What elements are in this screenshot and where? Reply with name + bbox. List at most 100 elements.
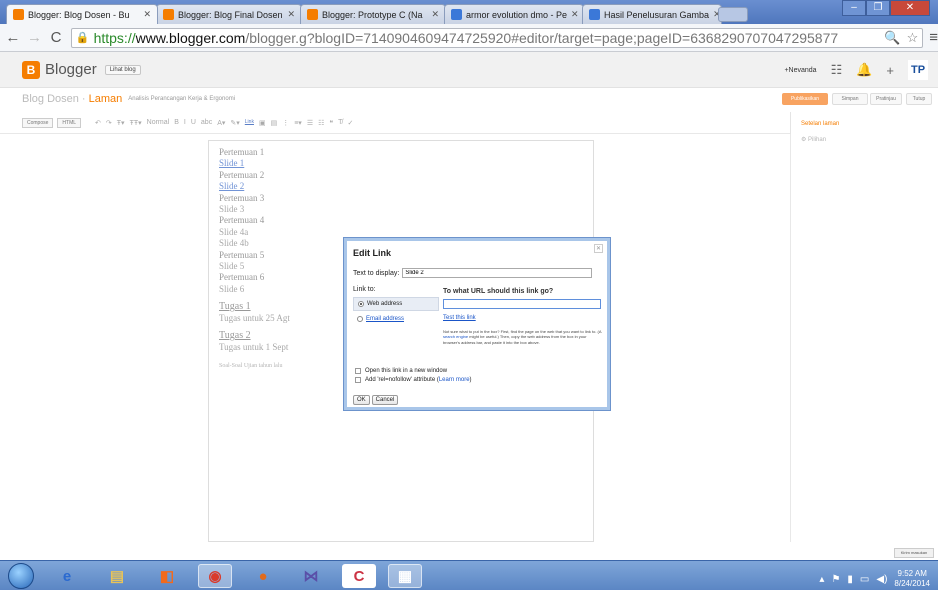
close-tab-icon[interactable]: ✕ bbox=[567, 9, 579, 20]
page-label: Laman bbox=[88, 93, 123, 105]
tray-arrow-icon[interactable]: ▴ bbox=[819, 574, 824, 585]
page-settings-heading[interactable]: Setelan laman bbox=[791, 112, 938, 127]
avatar[interactable]: TP bbox=[908, 60, 928, 80]
page-title[interactable]: Analisis Perancangan Kerja & Ergonomi bbox=[128, 96, 235, 102]
flag-icon[interactable]: ⚑ bbox=[831, 574, 840, 585]
undo-icon[interactable]: ↶ bbox=[95, 119, 101, 127]
tab-blog-dosen[interactable]: Blogger: Blog Dosen - Bu ✕ bbox=[6, 4, 158, 24]
volume-icon[interactable]: ◀) bbox=[876, 574, 887, 585]
view-blog-button[interactable]: Lihat blog bbox=[104, 64, 141, 75]
cancel-button[interactable]: Cancel bbox=[371, 395, 399, 405]
email-address-option[interactable]: Email address bbox=[353, 312, 439, 326]
tab-title: Blogger: Prototype C (Na bbox=[322, 9, 423, 20]
paragraph-style-select[interactable]: Normal bbox=[147, 119, 170, 127]
reload-icon[interactable]: C bbox=[47, 29, 65, 46]
notifications-bell-icon[interactable]: 🔔 bbox=[856, 62, 872, 78]
text-color-icon[interactable]: A▾ bbox=[217, 119, 225, 127]
redo-icon[interactable]: ↷ bbox=[106, 119, 112, 127]
compose-mode-button[interactable]: Compose bbox=[22, 117, 54, 128]
zoom-icon[interactable]: 🔍 bbox=[884, 30, 900, 46]
link-button[interactable]: Link bbox=[245, 119, 254, 127]
tab-blog-final[interactable]: Blogger: Blog Final Dosen ✕ bbox=[156, 4, 302, 24]
close-tab-icon[interactable]: ✕ bbox=[283, 9, 295, 20]
blogger-logo-icon[interactable]: B bbox=[22, 60, 40, 79]
title-separator: · bbox=[78, 93, 89, 105]
font-size-icon[interactable]: ŦŦ▾ bbox=[130, 119, 142, 127]
window-controls: – ❐ ✕ bbox=[842, 0, 930, 16]
ok-button[interactable]: OK bbox=[353, 395, 370, 405]
new-window-option[interactable]: Open this link in a new window bbox=[355, 368, 447, 374]
underline-icon[interactable]: U bbox=[191, 119, 196, 127]
bullet-list-icon[interactable]: ☷ bbox=[318, 119, 324, 127]
numbered-list-icon[interactable]: ☰ bbox=[307, 119, 313, 127]
new-window-checkbox[interactable] bbox=[355, 368, 361, 374]
tab-hasil-penelusuran[interactable]: Hasil Penelusuran Gamba ✕ bbox=[582, 4, 722, 24]
preview-button[interactable]: Pratinjau bbox=[870, 93, 902, 105]
close-icon[interactable]: ✕ bbox=[594, 244, 603, 253]
web-address-option[interactable]: Web address bbox=[353, 297, 439, 311]
close-tab-icon[interactable]: ✕ bbox=[139, 9, 151, 20]
blogger-favicon-icon bbox=[307, 9, 318, 20]
tab-prototype[interactable]: Blogger: Prototype C (Na ✕ bbox=[300, 4, 446, 24]
apps-grid-icon[interactable]: ☷ bbox=[831, 62, 843, 78]
spellcheck-icon[interactable]: ✓ bbox=[347, 119, 353, 127]
email-address-radio[interactable] bbox=[357, 316, 363, 322]
maximize-icon[interactable]: ❐ bbox=[866, 0, 890, 16]
text-to-display-input[interactable] bbox=[402, 268, 593, 278]
image-icon[interactable]: ▣ bbox=[259, 119, 266, 127]
clock[interactable]: 9:52 AM 8/24/2014 bbox=[894, 569, 930, 589]
bookmark-star-icon[interactable]: ☆ bbox=[907, 30, 919, 46]
close-tab-icon[interactable]: ✕ bbox=[427, 9, 439, 20]
blogger-brand[interactable]: Blogger bbox=[45, 61, 97, 78]
jump-break-icon[interactable]: ⋮ bbox=[282, 119, 289, 127]
test-link[interactable]: Test this link bbox=[443, 315, 476, 321]
network-icon[interactable]: ▮ bbox=[847, 574, 853, 585]
nofollow-option[interactable]: Add 'rel=nofollow' attribute (Learn more… bbox=[355, 377, 472, 383]
clock-time: 9:52 AM bbox=[897, 569, 927, 578]
save-button[interactable]: Simpan bbox=[832, 93, 868, 105]
close-window-icon[interactable]: ✕ bbox=[890, 0, 930, 16]
forward-icon[interactable]: → bbox=[26, 29, 44, 46]
presentation-icon[interactable]: ▦ bbox=[388, 564, 422, 588]
blog-title: Blog Dosen · Laman bbox=[22, 93, 122, 105]
font-icon[interactable]: Ŧ▾ bbox=[117, 119, 125, 127]
italic-icon[interactable]: I bbox=[184, 119, 186, 127]
share-plus-icon[interactable]: + bbox=[886, 63, 894, 78]
html-mode-button[interactable]: HTML bbox=[57, 117, 82, 128]
tab-armor-evolution[interactable]: armor evolution dmo - Pe ✕ bbox=[444, 4, 584, 24]
new-tab-button[interactable] bbox=[718, 7, 748, 22]
bold-icon[interactable]: B bbox=[174, 119, 179, 127]
browser-menu-icon[interactable]: ≡ bbox=[929, 29, 938, 46]
close-button[interactable]: Tutup bbox=[906, 93, 932, 105]
send-feedback-button[interactable]: Kirim masukan bbox=[894, 548, 934, 558]
search-engine-link[interactable]: search engine bbox=[443, 334, 468, 339]
email-address-label: Email address bbox=[366, 316, 405, 322]
start-button-icon[interactable] bbox=[8, 563, 34, 589]
firefox-icon[interactable]: ● bbox=[246, 564, 280, 588]
learn-more-link[interactable]: Learn more bbox=[439, 377, 470, 383]
back-icon[interactable]: ← bbox=[4, 29, 22, 46]
web-address-radio[interactable] bbox=[358, 301, 364, 307]
quote-icon[interactable]: ❝ bbox=[329, 119, 333, 127]
monitor-icon[interactable]: ▭ bbox=[860, 574, 869, 585]
tab-title: Hasil Penelusuran Gamba bbox=[604, 9, 710, 20]
address-bar[interactable]: 🔒 https://www.blogger.com/blogger.g?blog… bbox=[70, 27, 924, 48]
user-name-link[interactable]: +Nevanda bbox=[784, 67, 816, 74]
chrome-icon[interactable]: ◉ bbox=[198, 564, 232, 588]
strikethrough-icon[interactable]: abc bbox=[201, 119, 212, 127]
internet-explorer-icon[interactable]: e bbox=[50, 564, 84, 588]
publish-button[interactable]: Publikasikan bbox=[782, 93, 828, 105]
corel-icon[interactable]: C bbox=[342, 564, 376, 588]
clear-format-icon[interactable]: T̸ bbox=[338, 119, 342, 127]
blog-name[interactable]: Blog Dosen bbox=[22, 93, 79, 105]
align-icon[interactable]: ≡▾ bbox=[294, 119, 302, 127]
nofollow-checkbox[interactable] bbox=[355, 377, 361, 383]
file-explorer-icon[interactable]: ▤ bbox=[100, 564, 134, 588]
office-icon[interactable]: ◧ bbox=[150, 564, 184, 588]
visual-studio-icon[interactable]: ⋈ bbox=[294, 564, 328, 588]
highlight-icon[interactable]: ✎▾ bbox=[230, 119, 239, 127]
minimize-icon[interactable]: – bbox=[842, 0, 866, 16]
editor-header: Blog Dosen · Laman Analisis Perancangan … bbox=[0, 88, 938, 110]
video-icon[interactable]: ▤ bbox=[271, 119, 278, 127]
url-input[interactable] bbox=[443, 299, 601, 309]
